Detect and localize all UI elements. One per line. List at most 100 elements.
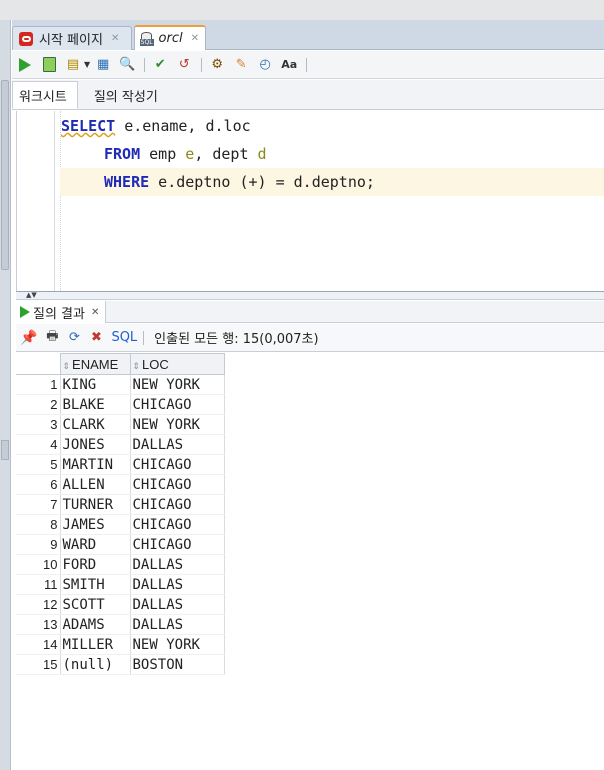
cell-ename[interactable]: MARTIN <box>60 454 131 475</box>
results-tab-bar: 질의 결과 ✕ <box>16 301 604 323</box>
results-toolbar: 📌 🖶 ⟳ ✖ SQL 인출된 모든 행: 15(0,007초) <box>16 324 604 352</box>
commit-button[interactable]: ✔ <box>151 56 169 74</box>
cell-ename[interactable]: JAMES <box>60 514 131 535</box>
cell-ename[interactable]: SMITH <box>60 574 131 595</box>
cell-ename[interactable]: BLAKE <box>60 394 131 415</box>
table-row[interactable]: 12 SCOTT DALLAS <box>16 594 225 615</box>
left-scroll-handle[interactable] <box>1 80 9 270</box>
rollback-button[interactable]: ↺ <box>175 56 193 74</box>
autotrace-button[interactable]: ▤ <box>64 56 82 74</box>
table-row[interactable]: 3 CLARK NEW YORK <box>16 414 225 435</box>
cell-ename[interactable]: ADAMS <box>60 614 131 635</box>
tab-worksheet[interactable]: 워크시트 <box>12 81 78 109</box>
table-row[interactable]: 10 FORD DALLAS <box>16 554 225 575</box>
cell-loc[interactable]: NEW YORK <box>130 414 225 435</box>
cell-loc[interactable]: DALLAS <box>130 574 225 595</box>
cell-ename[interactable]: MILLER <box>60 634 131 655</box>
cell-loc[interactable]: CHICAGO <box>130 514 225 535</box>
close-icon[interactable]: ✕ <box>111 33 119 44</box>
column-label: ENAME <box>72 356 119 372</box>
tab-query-builder[interactable]: 질의 작성기 <box>88 81 168 109</box>
table-row[interactable]: 14 MILLER NEW YORK <box>16 634 225 655</box>
cell-loc[interactable]: NEW YORK <box>130 634 225 655</box>
cell-ename[interactable]: SCOTT <box>60 594 131 615</box>
row-number: 6 <box>16 474 61 495</box>
sql-text: emp <box>140 145 186 163</box>
sql-text: , dept <box>194 145 258 163</box>
cell-loc[interactable]: CHICAGO <box>130 394 225 415</box>
code-line-2: FROM emp e, dept d <box>61 140 267 168</box>
table-row[interactable]: 6 ALLEN CHICAGO <box>16 474 225 495</box>
table-alias: e <box>185 145 195 163</box>
toolbar-separator <box>143 330 145 345</box>
sql-developer-editor-area: 시작 페이지 ✕ SQL orcl ✕ ▤ ▼ ▦ 🔍 ✔ ↺ ⚙ ✎ ◴ Aa… <box>12 20 604 770</box>
left-side-panel-edge[interactable] <box>0 20 11 770</box>
sql-text: e.deptno (+) = d.deptno; <box>149 173 375 191</box>
run-statement-button[interactable] <box>16 56 34 74</box>
sql-editor[interactable]: SELECT e.ename, d.loc FROM emp e, dept d… <box>16 111 604 291</box>
cell-loc[interactable]: DALLAS <box>130 594 225 615</box>
clear-button[interactable]: ✎ <box>232 56 250 74</box>
fetch-status: 인출된 모든 행: 15(0,007초) <box>154 332 319 347</box>
table-row[interactable]: 2 BLAKE CHICAGO <box>16 394 225 415</box>
cell-loc[interactable]: DALLAS <box>130 434 225 455</box>
print-button[interactable]: 🖶 <box>43 329 61 347</box>
table-row[interactable]: 4 JONES DALLAS <box>16 434 225 455</box>
cell-ename[interactable]: TURNER <box>60 494 131 515</box>
cell-loc[interactable]: CHICAGO <box>130 534 225 555</box>
sql-tuning-button[interactable]: 🔍 <box>118 56 136 74</box>
history-button[interactable]: ◴ <box>256 56 274 74</box>
cell-loc[interactable]: CHICAGO <box>130 494 225 515</box>
cell-ename[interactable]: (null) <box>60 654 131 675</box>
sql-link[interactable]: SQL <box>111 330 137 345</box>
table-row[interactable]: 9 WARD CHICAGO <box>16 534 225 555</box>
cell-ename[interactable]: ALLEN <box>60 474 131 495</box>
cell-loc[interactable]: BOSTON <box>130 654 225 675</box>
tab-label: 질의 결과 <box>33 306 85 322</box>
row-number: 7 <box>16 494 61 515</box>
tab-label: orcl <box>158 31 183 46</box>
cell-ename[interactable]: JONES <box>60 434 131 455</box>
chevron-down-icon[interactable]: ▼ <box>84 60 90 69</box>
close-icon[interactable]: ✕ <box>91 307 99 318</box>
run-script-button[interactable] <box>40 56 58 74</box>
row-number: 1 <box>16 374 61 395</box>
tab-query-result[interactable]: 질의 결과 ✕ <box>16 301 107 323</box>
toolbar-separator <box>144 57 146 72</box>
explain-plan-button[interactable]: ▦ <box>94 56 112 74</box>
cell-loc[interactable]: DALLAS <box>130 554 225 575</box>
code-line-1: SELECT e.ename, d.loc <box>61 112 251 140</box>
table-row[interactable]: 1 KING NEW YORK <box>16 374 225 395</box>
table-row[interactable]: 5 MARTIN CHICAGO <box>16 454 225 475</box>
cell-loc[interactable]: NEW YORK <box>130 374 225 395</box>
row-number: 10 <box>16 554 61 575</box>
column-header-loc[interactable]: ⇕ LOC <box>129 353 225 375</box>
table-row[interactable]: 15 (null) BOSTON <box>16 654 225 675</box>
table-row[interactable]: 11 SMITH DALLAS <box>16 574 225 595</box>
table-row[interactable]: 8 JAMES CHICAGO <box>16 514 225 535</box>
table-row[interactable]: 13 ADAMS DALLAS <box>16 614 225 635</box>
editor-results-splitter[interactable]: ▲▼ <box>16 291 604 300</box>
cell-loc[interactable]: DALLAS <box>130 614 225 635</box>
cell-ename[interactable]: CLARK <box>60 414 131 435</box>
tab-orcl[interactable]: SQL orcl ✕ <box>134 25 206 50</box>
refresh-button[interactable]: ⟳ <box>65 329 83 347</box>
cell-ename[interactable]: WARD <box>60 534 131 555</box>
cell-ename[interactable]: FORD <box>60 554 131 575</box>
unshared-sql-button[interactable]: ⚙ <box>208 56 226 74</box>
tab-start-page[interactable]: 시작 페이지 ✕ <box>12 26 132 50</box>
tab-label: 워크시트 <box>19 89 67 105</box>
column-header-ename[interactable]: ⇕ ENAME <box>59 353 131 375</box>
results-grid[interactable]: ⇕ ENAME ⇕ LOC 1 KING NEW YORK 2 BLAKE CHICAGO 3 C… <box>16 353 604 770</box>
pin-icon[interactable]: 📌 <box>20 330 37 346</box>
document-tab-bar: 시작 페이지 ✕ SQL orcl ✕ <box>12 20 604 50</box>
row-number: 5 <box>16 454 61 475</box>
left-scroll-handle-lower[interactable] <box>1 440 9 460</box>
cell-ename[interactable]: KING <box>60 374 131 395</box>
close-icon[interactable]: ✕ <box>191 33 199 44</box>
format-button[interactable]: Aa <box>280 56 298 74</box>
cell-loc[interactable]: CHICAGO <box>130 474 225 495</box>
table-row[interactable]: 7 TURNER CHICAGO <box>16 494 225 515</box>
cell-loc[interactable]: CHICAGO <box>130 454 225 475</box>
cancel-fetch-button[interactable]: ✖ <box>87 329 105 347</box>
